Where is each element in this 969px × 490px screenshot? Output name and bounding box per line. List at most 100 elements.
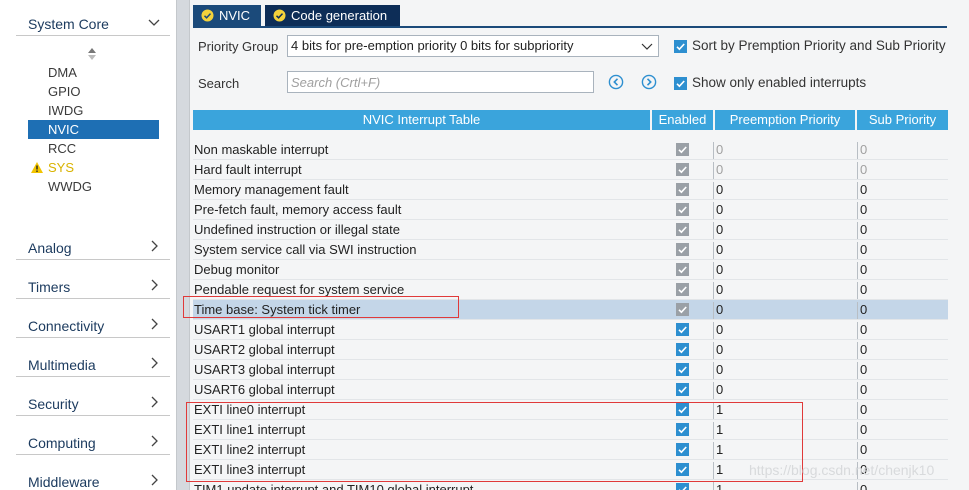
preemption-priority-cell[interactable]: 0: [713, 382, 855, 399]
column-header-preemption[interactable]: Preemption Priority: [715, 110, 855, 130]
table-row[interactable]: EXTI line0 interrupt 1 0: [193, 400, 948, 420]
checkbox-checked-icon[interactable]: [674, 77, 687, 90]
table-row[interactable]: Memory management fault 0 0: [193, 180, 948, 200]
checkbox-checked-icon[interactable]: [676, 443, 689, 456]
table-row[interactable]: System service call via SWI instruction 0…: [193, 240, 948, 260]
sidebar-item-rcc[interactable]: RCC: [28, 139, 159, 158]
preemption-priority-cell[interactable]: 0: [713, 142, 855, 159]
category-timers[interactable]: Timers: [16, 275, 170, 299]
table-row[interactable]: EXTI line1 interrupt 1 0: [193, 420, 948, 440]
category-analog[interactable]: Analog: [16, 236, 170, 260]
priority-group-label: Priority Group: [198, 39, 279, 54]
tab-nvic[interactable]: NVIC: [193, 5, 261, 26]
sub-priority-cell[interactable]: 0: [857, 142, 948, 159]
table-row[interactable]: USART6 global interrupt 0 0: [193, 380, 948, 400]
preemption-priority-cell[interactable]: 0: [713, 202, 855, 219]
checkbox-checked-icon[interactable]: [676, 463, 689, 476]
table-row[interactable]: USART2 global interrupt 0 0: [193, 340, 948, 360]
tab-code-generation[interactable]: Code generation: [265, 5, 400, 26]
column-header-sub-priority[interactable]: Sub Priority: [857, 110, 948, 130]
check-circle-icon: [273, 9, 286, 22]
sub-priority-cell[interactable]: 0: [857, 442, 948, 459]
column-header-enabled[interactable]: Enabled: [652, 110, 713, 130]
sort-handle-icon[interactable]: [86, 46, 98, 62]
table-row[interactable]: TIM1 update interrupt and TIM10 global i…: [193, 480, 948, 490]
preemption-priority-cell[interactable]: 0: [713, 262, 855, 279]
sub-priority-cell[interactable]: 0: [857, 482, 948, 490]
chevron-right-icon: [151, 279, 158, 291]
table-row[interactable]: Non maskable interrupt 0 0: [193, 140, 948, 160]
chevron-right-icon: [151, 318, 158, 330]
preemption-priority-cell[interactable]: 0: [713, 182, 855, 199]
checkbox-checked-icon[interactable]: [676, 483, 689, 490]
checkbox-checked-icon[interactable]: [676, 343, 689, 356]
interrupt-name: USART6 global interrupt: [194, 382, 335, 397]
checkbox-checked-icon[interactable]: [676, 423, 689, 436]
preemption-priority-cell[interactable]: 0: [713, 302, 855, 319]
table-row[interactable]: Pendable request for system service 0 0: [193, 280, 948, 300]
preemption-priority-cell[interactable]: 0: [713, 282, 855, 299]
preemption-priority-cell[interactable]: 0: [713, 362, 855, 379]
table-row[interactable]: EXTI line2 interrupt 1 0: [193, 440, 948, 460]
checkbox-checked-icon[interactable]: [674, 40, 687, 53]
sidebar-item-gpio[interactable]: GPIO: [28, 82, 159, 101]
sidebar-item-nvic[interactable]: NVIC: [28, 120, 159, 139]
sub-priority-cell[interactable]: 0: [857, 322, 948, 339]
preemption-priority-cell[interactable]: 0: [713, 162, 855, 179]
sub-priority-cell[interactable]: 0: [857, 222, 948, 239]
sub-priority-cell[interactable]: 0: [857, 242, 948, 259]
preemption-priority-cell[interactable]: 1: [713, 482, 855, 490]
table-row[interactable]: Hard fault interrupt 0 0: [193, 160, 948, 180]
checkbox-checked-icon[interactable]: [676, 323, 689, 336]
column-header-name[interactable]: NVIC Interrupt Table: [193, 110, 650, 130]
sidebar-item-sys[interactable]: SYS: [28, 158, 159, 177]
category-system-core[interactable]: System Core: [16, 12, 170, 36]
preemption-priority-cell[interactable]: 1: [713, 442, 855, 459]
checkbox-disabled-icon: [676, 263, 689, 276]
table-row[interactable]: Undefined instruction or illegal state 0 0: [193, 220, 948, 240]
table-row[interactable]: Pre-fetch fault, memory access fault 0 0: [193, 200, 948, 220]
sub-priority-cell[interactable]: 0: [857, 202, 948, 219]
chevron-right-icon: [151, 240, 158, 252]
sub-priority-cell[interactable]: 0: [857, 362, 948, 379]
category-security[interactable]: Security: [16, 392, 170, 416]
checkbox-checked-icon[interactable]: [676, 363, 689, 376]
sub-priority-cell[interactable]: 0: [857, 162, 948, 179]
sub-priority-cell[interactable]: 0: [857, 422, 948, 439]
checkbox-checked-icon[interactable]: [676, 383, 689, 396]
checkbox-checked-icon[interactable]: [676, 403, 689, 416]
category-middleware[interactable]: Middleware: [16, 470, 170, 490]
preemption-priority-cell[interactable]: 0: [713, 242, 855, 259]
category-connectivity[interactable]: Connectivity: [16, 314, 170, 338]
sidebar-item-iwdg[interactable]: IWDG: [28, 101, 159, 120]
sub-priority-cell[interactable]: 0: [857, 302, 948, 319]
preemption-priority-cell[interactable]: 0: [713, 342, 855, 359]
tab-bar-underline: [193, 26, 947, 28]
category-multimedia[interactable]: Multimedia: [16, 353, 170, 377]
interrupt-name: USART2 global interrupt: [194, 342, 335, 357]
preemption-priority-cell[interactable]: 0: [713, 322, 855, 339]
sub-priority-cell[interactable]: 0: [857, 262, 948, 279]
table-row[interactable]: Debug monitor 0 0: [193, 260, 948, 280]
sidebar-item-label: SYS: [48, 160, 75, 175]
sub-priority-cell[interactable]: 0: [857, 382, 948, 399]
sub-priority-cell[interactable]: 0: [857, 182, 948, 199]
search-previous-icon[interactable]: [608, 74, 624, 90]
search-next-icon[interactable]: [641, 74, 657, 90]
sub-priority-cell[interactable]: 0: [857, 402, 948, 419]
category-computing[interactable]: Computing: [16, 431, 170, 455]
sub-priority-cell[interactable]: 0: [857, 282, 948, 299]
table-row[interactable]: USART1 global interrupt 0 0: [193, 320, 948, 340]
preemption-priority-cell[interactable]: 1: [713, 422, 855, 439]
sidebar-item-wwdg[interactable]: WWDG: [28, 177, 159, 196]
chevron-right-icon: [151, 357, 158, 369]
table-row[interactable]: Time base: System tick timer 0 0: [193, 300, 948, 320]
sub-priority-cell[interactable]: 0: [857, 342, 948, 359]
preemption-priority-cell[interactable]: 1: [713, 402, 855, 419]
priority-group-select[interactable]: 4 bits for pre-emption priority 0 bits f…: [287, 35, 659, 57]
sidebar-item-dma[interactable]: DMA: [28, 63, 159, 82]
panel-splitter[interactable]: [176, 0, 190, 490]
preemption-priority-cell[interactable]: 0: [713, 222, 855, 239]
search-input[interactable]: [287, 71, 594, 93]
table-row[interactable]: USART3 global interrupt 0 0: [193, 360, 948, 380]
